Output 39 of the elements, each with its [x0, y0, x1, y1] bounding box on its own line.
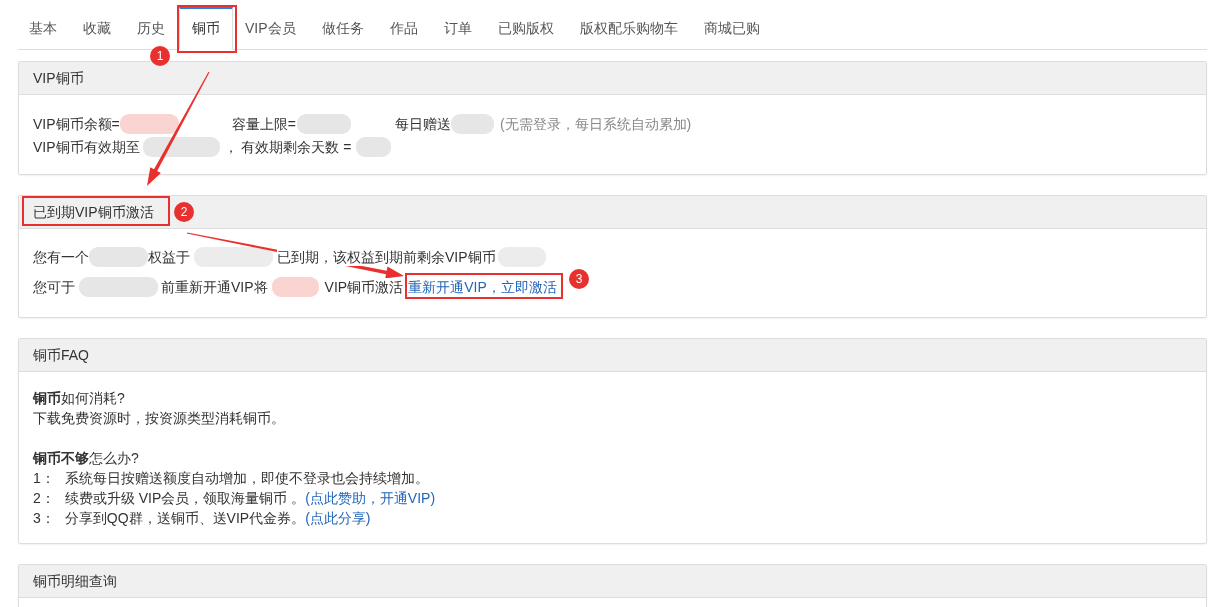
panel-title: 铜币明细查询 — [33, 572, 117, 590]
info-text: VIP铜币激活 — [324, 278, 404, 296]
tab[interactable]: 铜币 — [179, 7, 233, 50]
highlight-frame — [177, 5, 237, 53]
panel-title: 已到期VIP铜币激活 — [33, 203, 154, 221]
hint-text: (无需登录，每日系统自动累加) — [499, 114, 692, 133]
panel-title: 铜币FAQ — [33, 346, 89, 364]
info-text: 已到期，该权益到期前剩余VIP铜币 — [277, 248, 496, 266]
tab[interactable]: 做任务 — [310, 7, 375, 50]
panel-title: VIP铜币 — [33, 69, 84, 87]
item-number: 2： — [33, 489, 55, 508]
info-text: 每日赠送 — [394, 114, 451, 133]
item-number: 1： — [33, 469, 55, 488]
answer-text: 续费或升级 VIP会员，领取海量铜币 。(点此赞助，开通VIP) — [64, 489, 436, 508]
tab[interactable]: 订单 — [432, 7, 483, 50]
tab[interactable]: 收藏 — [72, 7, 122, 50]
faq-question: 铜币如何消耗? — [33, 389, 125, 408]
info-text: 权益于 — [148, 248, 190, 266]
tab[interactable]: 商城已购 — [692, 7, 771, 50]
text-link[interactable]: (点此赞助，开通VIP) — [305, 490, 436, 506]
text-link[interactable]: 重新开通VIP，立即激活 — [408, 278, 557, 296]
answer-text: 系统每日按赠送额度自动增加，即使不登录也会持续增加。 — [64, 469, 429, 488]
answer-text: 分享到QQ群，送铜币、送VIP代金券。(点此分享) — [64, 509, 371, 528]
tab[interactable]: VIP会员 — [234, 7, 307, 50]
step-marker: 1 — [150, 46, 170, 66]
item-number: 3： — [33, 509, 55, 528]
info-text: VIP铜币有效期至 — [33, 137, 140, 156]
info-text: VIP铜币余额= — [33, 114, 120, 133]
info-text: 您有一个 — [33, 248, 89, 266]
tab[interactable]: 基本 — [18, 7, 68, 50]
faq-question: 铜币不够怎么办? — [33, 449, 139, 468]
answer-text: 下载免费资源时，按资源类型消耗铜币。 — [33, 409, 285, 428]
tab[interactable]: 版权配乐购物车 — [568, 7, 689, 50]
tab[interactable]: 已购版权 — [486, 7, 565, 50]
info-text: 容量上限= — [231, 114, 296, 133]
text-link[interactable]: (点此分享) — [305, 510, 371, 526]
info-text: 您可于 — [33, 278, 75, 296]
tab[interactable]: 作品 — [378, 7, 429, 50]
info-text: 前重新开通VIP将 — [161, 278, 268, 296]
